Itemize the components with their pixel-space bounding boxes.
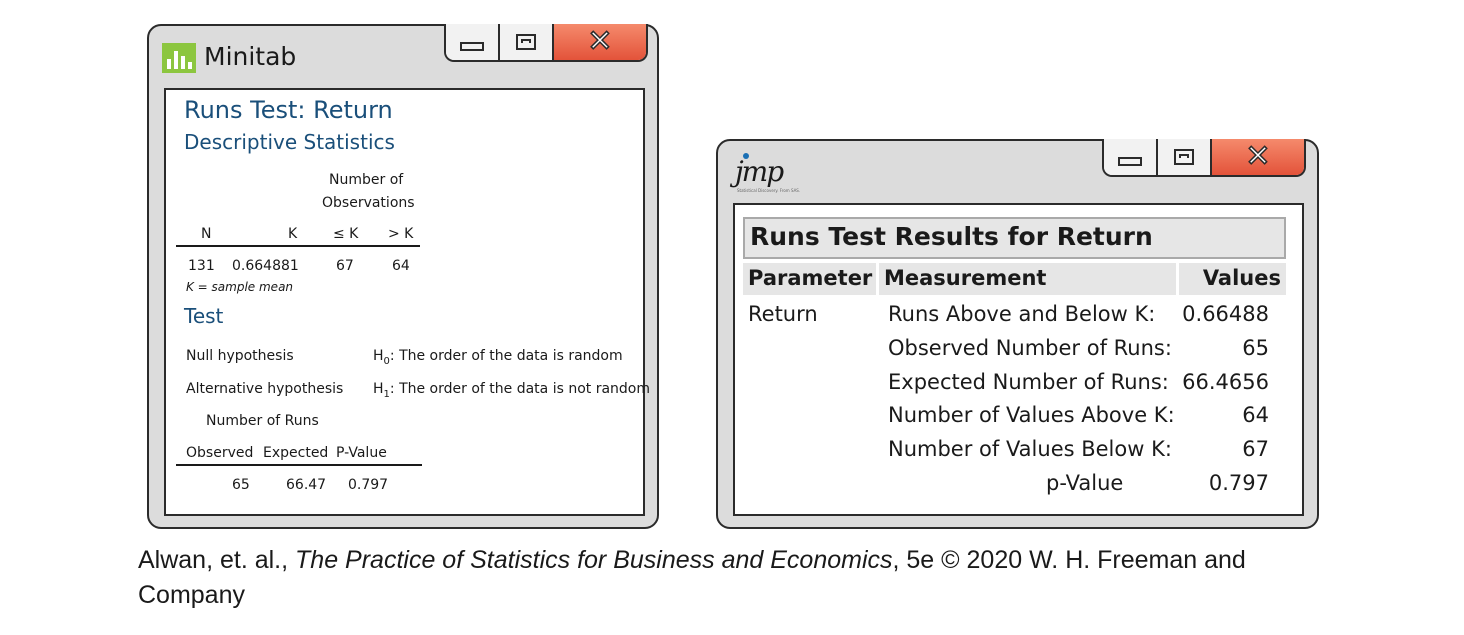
- table-cell: 66.47: [286, 477, 327, 493]
- jmp-logo-dot-icon: [743, 153, 749, 159]
- table-note: K = sample mean: [186, 280, 294, 294]
- column-header: P-Value: [336, 445, 387, 461]
- close-icon: ✕: [1245, 139, 1272, 174]
- minimize-icon: [1118, 156, 1142, 166]
- jmp-logo: jmp: [735, 153, 784, 188]
- measurement-cell: Observed Number of Runs:: [888, 336, 1172, 360]
- close-icon: ✕: [587, 24, 614, 59]
- jmp-output-panel: Runs Test Results for Return Parameter M…: [733, 203, 1304, 516]
- column-header-measurement: Measurement: [879, 263, 1176, 295]
- column-header: Observed: [186, 445, 254, 461]
- column-header: K: [288, 226, 298, 242]
- table-rule: [176, 245, 420, 247]
- measurement-cell: Number of Values Above K:: [888, 403, 1175, 427]
- maximize-icon: [516, 34, 536, 50]
- null-hypothesis-value: H0: The order of the data is random: [373, 348, 623, 367]
- table-cell: 0.797: [348, 477, 389, 493]
- value-cell: 65: [1242, 336, 1269, 360]
- table-cell: 131: [188, 258, 215, 274]
- column-header: ≤ K: [333, 226, 359, 242]
- window-controls: ✕: [444, 24, 648, 62]
- minitab-logo-icon: [162, 43, 196, 73]
- page-title: Runs Test: Return: [184, 96, 393, 124]
- value-cell: 64: [1242, 403, 1269, 427]
- column-header-values: Values: [1179, 263, 1286, 295]
- jmp-tagline: Statistical Discovery. From SAS.: [737, 188, 801, 193]
- value-cell: 0.66488: [1182, 302, 1269, 326]
- table-rule: [176, 464, 422, 466]
- value-cell: 67: [1242, 437, 1269, 461]
- measurement-cell: Runs Above and Below K:: [888, 302, 1156, 326]
- jmp-window: jmp Statistical Discovery. From SAS. ✕ R…: [716, 139, 1319, 529]
- close-button[interactable]: ✕: [1212, 139, 1304, 175]
- section-title: Descriptive Statistics: [184, 130, 395, 154]
- figure-caption: Alwan, et. al., The Practice of Statisti…: [138, 546, 1246, 609]
- close-button[interactable]: ✕: [554, 24, 646, 60]
- minimize-icon: [460, 41, 484, 51]
- maximize-button[interactable]: [500, 24, 554, 60]
- measurement-cell: Number of Values Below K:: [888, 437, 1172, 461]
- minimize-button[interactable]: [446, 24, 500, 60]
- group-header-line2: Observations: [322, 195, 415, 211]
- app-title: Minitab: [204, 42, 297, 71]
- measurement-cell: p-Value: [1046, 471, 1124, 495]
- runs-group-header: Number of Runs: [206, 413, 319, 429]
- report-title: Runs Test Results for Return: [743, 217, 1286, 259]
- table-cell: 67: [336, 258, 354, 274]
- parameter-cell: Return: [748, 302, 818, 326]
- value-cell: 66.4656: [1182, 370, 1269, 394]
- minitab-output-panel: Runs Test: Return Descriptive Statistics…: [164, 88, 650, 516]
- minimize-button[interactable]: [1104, 139, 1158, 175]
- minitab-window: Minitab ✕ Runs Test: Return Descriptive …: [147, 24, 659, 529]
- column-header: N: [201, 226, 212, 242]
- maximize-button[interactable]: [1158, 139, 1212, 175]
- column-header: Expected: [263, 445, 329, 461]
- maximize-icon: [1174, 149, 1194, 165]
- value-cell: 0.797: [1208, 471, 1269, 495]
- table-cell: 65: [232, 477, 250, 493]
- group-header-line1: Number of: [329, 172, 404, 188]
- column-header: > K: [388, 226, 414, 242]
- window-controls: ✕: [1102, 139, 1306, 177]
- alt-hypothesis-label: Alternative hypothesis: [186, 381, 344, 397]
- test-title: Test: [184, 304, 224, 328]
- column-header-parameter: Parameter: [743, 263, 876, 295]
- alt-hypothesis-value: H1: The order of the data is not random: [373, 381, 651, 400]
- measurement-cell: Expected Number of Runs:: [888, 370, 1169, 394]
- null-hypothesis-label: Null hypothesis: [186, 348, 294, 364]
- table-cell: 64: [392, 258, 410, 274]
- table-cell: 0.664881: [232, 258, 299, 274]
